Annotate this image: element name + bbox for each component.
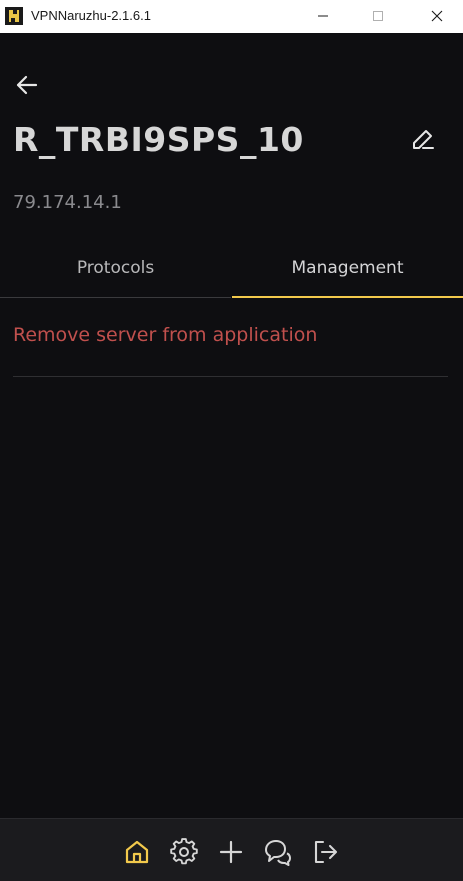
home-icon	[125, 840, 149, 864]
plus-icon	[219, 840, 243, 864]
nav-support-button[interactable]	[263, 838, 291, 866]
nav-add-server-button[interactable]	[217, 838, 245, 866]
gear-icon	[170, 838, 198, 865]
arrow-left-icon	[16, 75, 38, 95]
server-tabs: Protocols Management	[0, 246, 463, 298]
back-button[interactable]	[14, 72, 42, 98]
window-titlebar: VPNNaruzhu-2.1.6.1	[0, 0, 463, 33]
close-button[interactable]	[414, 0, 460, 33]
bottom-navigation	[0, 818, 463, 881]
server-ip: 79.174.14.1	[13, 192, 122, 213]
edit-server-button[interactable]	[409, 125, 437, 153]
nav-settings-button[interactable]	[170, 838, 198, 866]
window-title: VPNNaruzhu-2.1.6.1	[31, 8, 151, 23]
exit-icon	[314, 840, 338, 864]
chat-icon	[265, 840, 291, 866]
tab-management[interactable]: Management	[232, 246, 463, 298]
nav-home-button[interactable]	[123, 838, 151, 866]
nav-exit-button[interactable]	[311, 838, 339, 866]
server-name: R_TRBI9SPS_10	[13, 120, 304, 159]
minimize-button[interactable]	[300, 0, 346, 33]
pencil-icon	[413, 130, 434, 149]
remove-server-button[interactable]: Remove server from application	[13, 324, 317, 346]
app-logo-icon	[5, 7, 23, 25]
divider	[13, 376, 448, 377]
maximize-button[interactable]	[355, 0, 401, 33]
tab-protocols[interactable]: Protocols	[0, 246, 231, 298]
